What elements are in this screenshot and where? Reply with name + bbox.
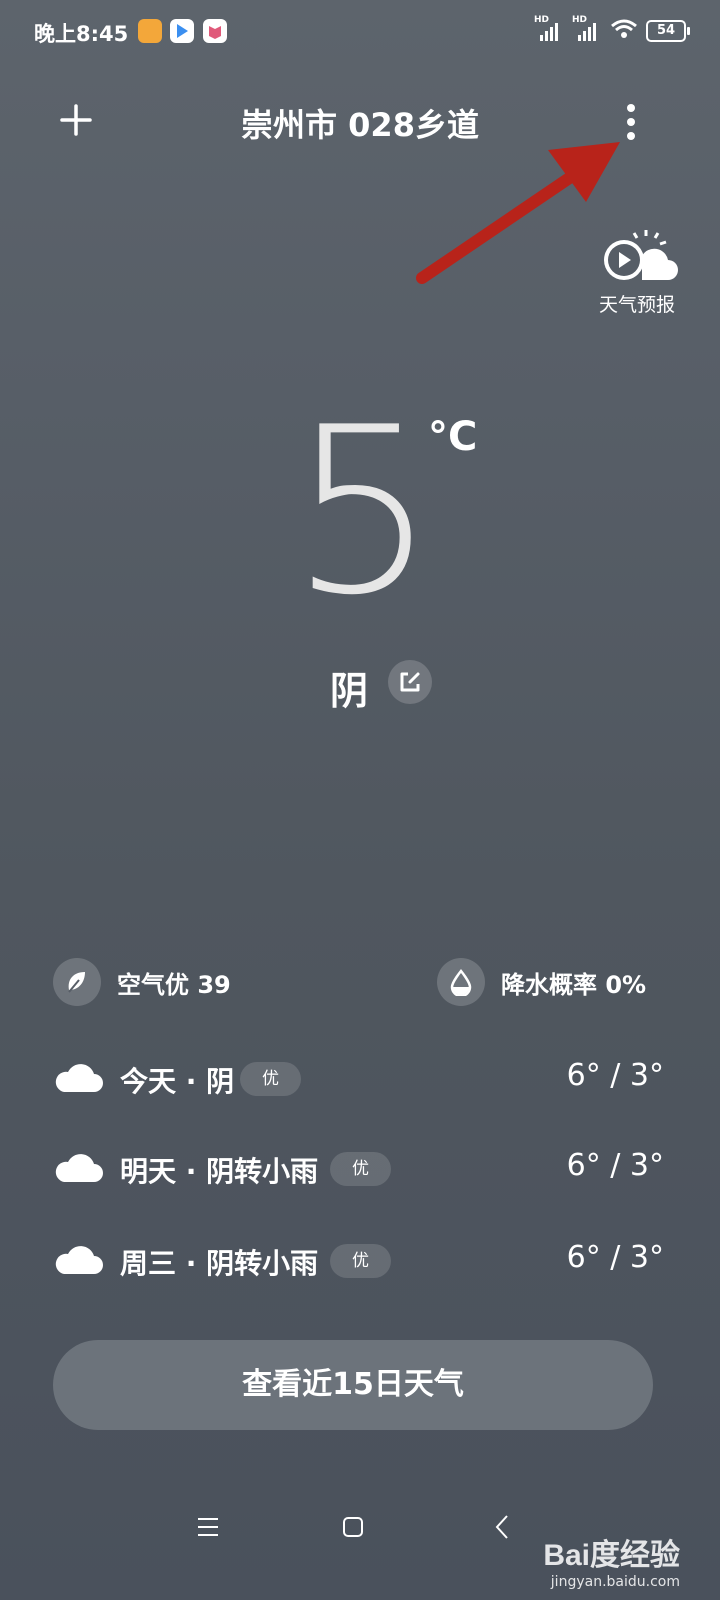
current-temperature: 5 <box>290 379 436 646</box>
battery-icon: 54 <box>646 20 690 42</box>
cellular-signal-icon-2: HD <box>572 15 602 43</box>
daily-label: 周三 · 阴转小雨 <box>120 1247 319 1280</box>
back-icon[interactable] <box>494 1514 510 1540</box>
air-quality-badge: 优 <box>330 1152 391 1186</box>
air-quality-text: 空气优 39 <box>117 970 231 999</box>
weather-forecast-video-button[interactable]: 天气预报 <box>592 228 682 317</box>
temperature-unit: °C <box>428 414 478 460</box>
air-quality-badge: 优 <box>330 1244 391 1278</box>
daily-temperature: 6° / 3° <box>566 1240 664 1275</box>
edit-icon <box>400 672 420 692</box>
air-quality-metric[interactable]: 空气优 39 <box>53 958 231 1006</box>
cellular-signal-icon: HD <box>534 15 564 43</box>
play-cloud-icon <box>604 230 678 280</box>
edit-weather-button[interactable] <box>388 660 432 704</box>
watermark-url: jingyan.baidu.com <box>550 1574 680 1590</box>
status-time: 晚上8:45 <box>34 22 129 46</box>
air-quality-badge: 优 <box>240 1062 301 1096</box>
daily-row-tomorrow[interactable]: 明天 · 阴转小雨 优 6° / 3° <box>54 1140 664 1200</box>
watermark-logo: Bai度经验 <box>543 1539 680 1572</box>
current-condition: 阴 <box>330 669 369 713</box>
leaf-icon <box>53 958 101 1006</box>
status-bar: 晚上8:45 HD HD 54 <box>0 0 720 64</box>
more-dot <box>627 118 635 126</box>
play-store-icon <box>170 19 194 43</box>
books-app-icon <box>203 19 227 43</box>
home-icon[interactable] <box>342 1516 364 1538</box>
water-drop-icon <box>437 958 485 1006</box>
daily-temperature: 6° / 3° <box>566 1148 664 1183</box>
daily-row-wednesday[interactable]: 周三 · 阴转小雨 优 6° / 3° <box>54 1232 664 1292</box>
precipitation-text: 降水概率 0% <box>501 970 647 999</box>
menu-icon[interactable] <box>196 1516 220 1538</box>
network-type: HD <box>534 15 550 25</box>
daily-temperature: 6° / 3° <box>566 1058 664 1093</box>
daily-row-today[interactable]: 今天 · 阴 优 6° / 3° <box>54 1050 664 1110</box>
more-vert-icon <box>627 104 635 112</box>
forecast-video-label: 天气预报 <box>598 294 675 316</box>
cloud-icon <box>55 1154 103 1182</box>
cloud-icon <box>55 1246 103 1274</box>
wifi-icon <box>610 18 638 44</box>
precipitation-metric[interactable]: 降水概率 0% <box>437 958 646 1006</box>
daily-label: 今天 · 阴 <box>120 1065 235 1098</box>
status-icons: HD HD 54 <box>534 15 690 44</box>
view-15-day-forecast-button[interactable]: 查看近15日天气 <box>53 1340 653 1430</box>
notes-app-icon <box>138 19 162 43</box>
watermark: Bai度经验 jingyan.baidu.com <box>543 1530 680 1590</box>
network-type-2: HD <box>572 15 588 25</box>
daily-label: 明天 · 阴转小雨 <box>120 1155 319 1188</box>
cloud-icon <box>55 1064 103 1092</box>
